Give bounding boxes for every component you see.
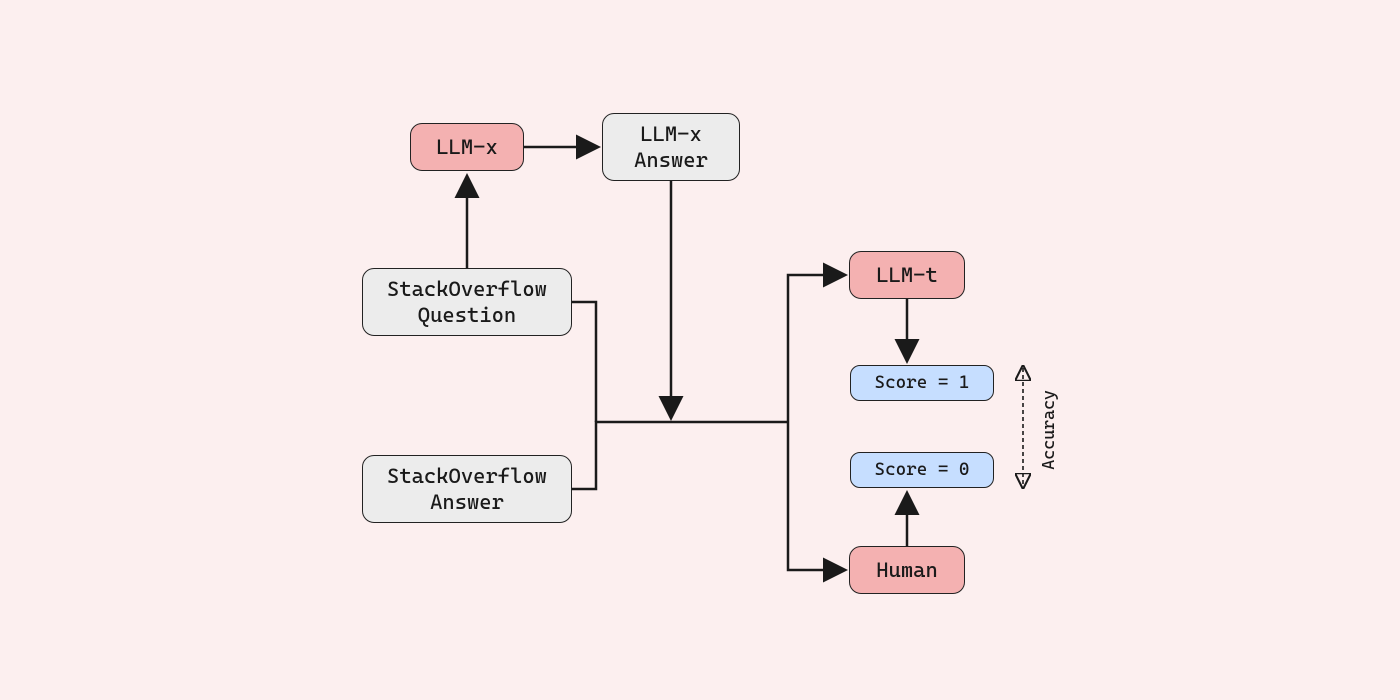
score-1-node: Score = 1 (850, 365, 994, 401)
accuracy-label: Accuracy (1038, 390, 1058, 470)
llm-x-node: LLM-x (410, 123, 524, 171)
llm-x-answer-label: LLM-x Answer (634, 121, 708, 174)
score-0-label: Score = 0 (875, 459, 970, 482)
so-question-node: StackOverflow Question (362, 268, 572, 336)
llm-t-label: LLM-t (876, 262, 938, 288)
llm-t-node: LLM-t (849, 251, 965, 299)
human-node: Human (849, 546, 965, 594)
score-0-node: Score = 0 (850, 452, 994, 488)
llm-x-label: LLM-x (436, 134, 498, 160)
so-answer-label: StackOverflow Answer (387, 463, 547, 516)
so-answer-node: StackOverflow Answer (362, 455, 572, 523)
human-label: Human (876, 557, 938, 583)
arrows-layer (0, 0, 1400, 700)
score-1-label: Score = 1 (875, 372, 970, 395)
llm-x-answer-node: LLM-x Answer (602, 113, 740, 181)
so-question-label: StackOverflow Question (387, 276, 547, 329)
